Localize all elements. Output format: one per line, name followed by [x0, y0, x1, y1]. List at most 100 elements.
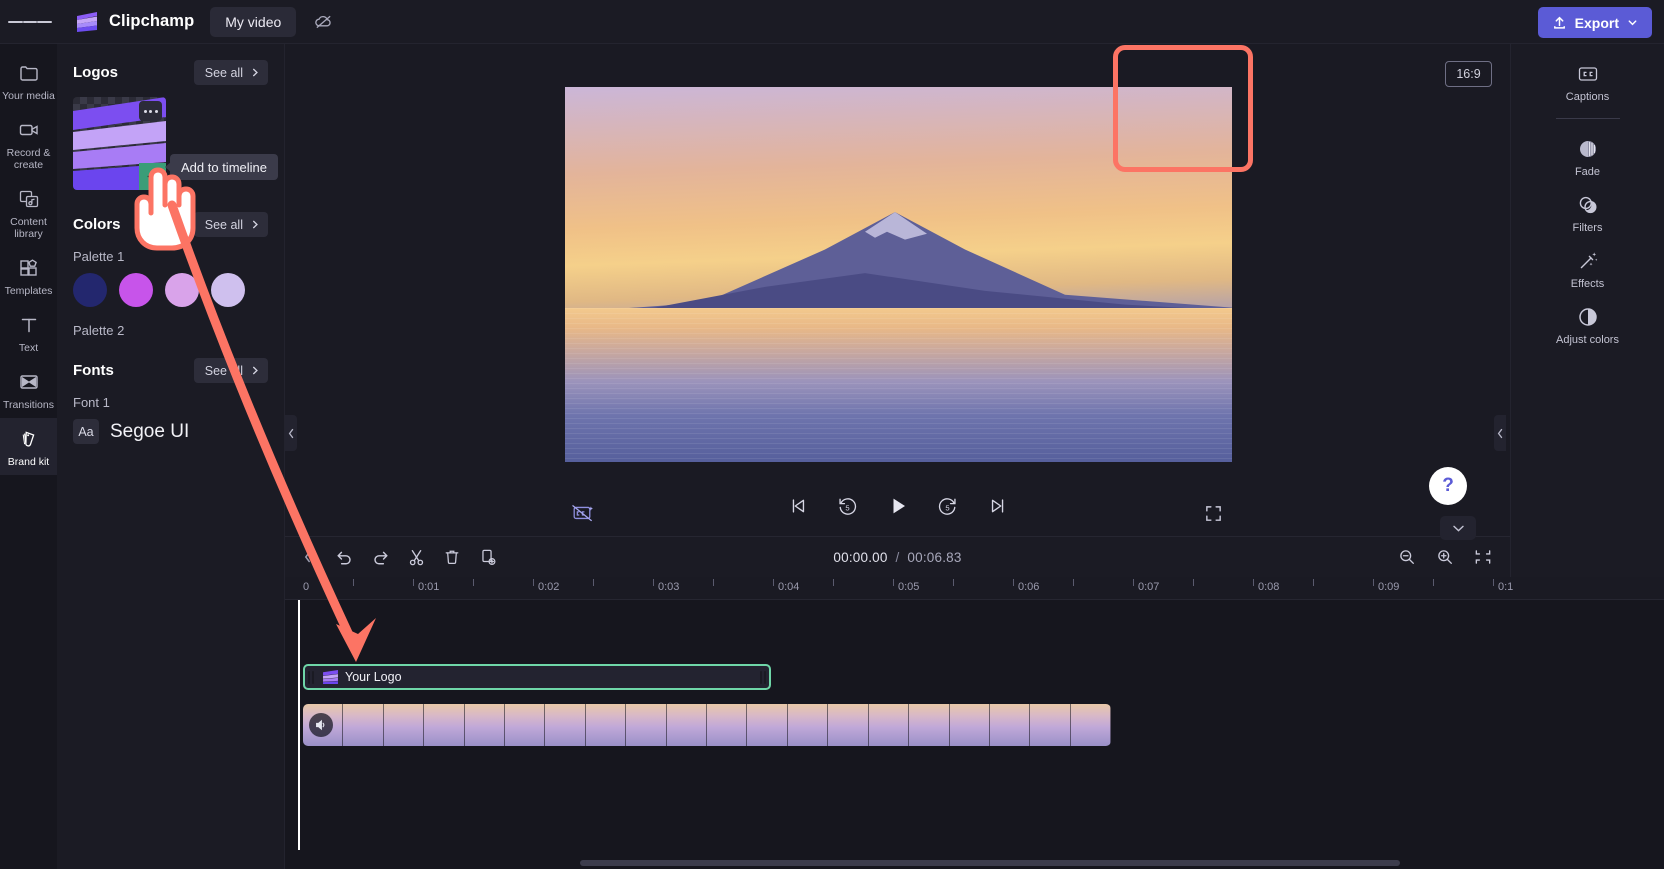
tool-effects[interactable]: Effects [1552, 241, 1624, 297]
sidebar-item-label: Record & create [6, 147, 51, 171]
fonts-section-header: Fonts See all [73, 358, 268, 383]
tool-label: Captions [1565, 91, 1610, 103]
video-frame [343, 704, 384, 746]
duplicate-icon[interactable] [473, 542, 503, 572]
video-frame [666, 704, 708, 746]
tool-label: Fade [1574, 166, 1601, 178]
video-frame [383, 704, 425, 746]
clip-trim-left[interactable] [307, 669, 315, 685]
collapse-right-panel-button[interactable] [1494, 415, 1506, 451]
sidebar-item-record-create[interactable]: Record & create [0, 109, 57, 178]
scissors-icon[interactable] [401, 542, 431, 572]
hamburger-icon[interactable] [8, 0, 53, 44]
svg-text:5: 5 [845, 503, 849, 512]
sidebar-item-templates[interactable]: Templates [0, 247, 57, 304]
tool-fade[interactable]: Fade [1552, 129, 1624, 185]
chevron-down-icon[interactable] [1440, 516, 1476, 540]
video-frame [868, 704, 910, 746]
sidebar-item-your-media[interactable]: Your media [0, 52, 57, 109]
forward-5-icon[interactable]: 5 [934, 492, 962, 520]
tool-filters[interactable]: Filters [1552, 185, 1624, 241]
ruler-label: 0:08 [1258, 581, 1280, 593]
ruler-label: 0:01 [418, 581, 440, 593]
logos-section-header: Logos See all [73, 60, 268, 85]
video-frame [1070, 704, 1111, 746]
video-frame [909, 704, 950, 746]
ruler-label: 0:02 [538, 581, 560, 593]
timeline-collapse-icon[interactable] [293, 542, 323, 572]
ruler-label: 0:09 [1378, 581, 1400, 593]
audio-icon[interactable] [309, 713, 333, 737]
font-row[interactable]: Aa Segoe UI [73, 419, 268, 444]
tool-adjust-colors[interactable]: Adjust colors [1552, 297, 1624, 353]
logo-clip[interactable]: Your Logo [303, 664, 771, 690]
color-swatch[interactable] [119, 273, 153, 307]
play-icon[interactable] [884, 492, 912, 520]
cloud-off-icon[interactable] [306, 7, 340, 37]
video-frame [505, 704, 546, 746]
preview-mountain [565, 211, 1232, 312]
top-bar: Clipchamp My video Export [0, 0, 1664, 44]
colors-title: Colors [73, 216, 121, 233]
timeline-horizontal-scrollbar[interactable] [580, 860, 1400, 866]
video-frame [828, 704, 869, 746]
zoom-out-icon[interactable] [1392, 542, 1422, 572]
skip-start-icon[interactable] [784, 492, 812, 520]
ruler-label: 0:05 [898, 581, 920, 593]
color-swatch[interactable] [73, 273, 107, 307]
sidebar-item-label: Brand kit [7, 456, 50, 468]
rewind-5-icon[interactable]: 5 [834, 492, 862, 520]
ruler-label: 0:03 [658, 581, 680, 593]
redo-icon[interactable] [365, 542, 395, 572]
sidebar-item-content-library[interactable]: Content library [0, 178, 57, 247]
help-button[interactable]: ? [1429, 467, 1467, 505]
video-preview[interactable] [565, 87, 1232, 462]
clip-title: Your Logo [345, 670, 402, 684]
fit-timeline-icon[interactable] [1468, 542, 1498, 572]
brand: Clipchamp [74, 11, 194, 33]
aspect-ratio-button[interactable]: 16:9 [1445, 61, 1492, 87]
video-clip[interactable] [303, 704, 1111, 746]
preview-ripples [565, 308, 1232, 462]
project-title-chip[interactable]: My video [210, 6, 297, 37]
video-frame [545, 704, 586, 746]
undo-icon[interactable] [329, 542, 359, 572]
logos-title: Logos [73, 64, 118, 81]
color-swatch[interactable] [165, 273, 199, 307]
logos-see-all-button[interactable]: See all [193, 60, 268, 85]
trash-icon[interactable] [437, 542, 467, 572]
skip-end-icon[interactable] [984, 492, 1012, 520]
hand-cursor-icon [134, 167, 196, 251]
video-frame [787, 704, 829, 746]
time-separator: / [895, 549, 900, 565]
playback-buttons: 5 5 [784, 492, 1012, 520]
export-label: Export [1574, 14, 1619, 31]
timecode-display: 00:00.00 / 00:06.83 [833, 550, 961, 565]
timeline-toolbar: 00:00.00 / 00:06.83 [285, 536, 1510, 577]
sidebar-item-brand-kit[interactable]: Brand kit [0, 418, 57, 475]
timeline-ruler[interactable]: 0:01 0 0:02 0:03 0:04 0:05 0:06 0:07 0:0… [285, 577, 1664, 600]
playhead[interactable] [298, 600, 300, 850]
aa-chip: Aa [73, 419, 99, 444]
timeline-tracks[interactable]: Your Logo [285, 600, 1664, 869]
captions-off-icon[interactable] [568, 498, 598, 528]
clip-trim-right[interactable] [759, 669, 767, 685]
export-button[interactable]: Export [1537, 7, 1652, 38]
collapse-left-panel-button[interactable] [285, 415, 297, 451]
rail-divider [1555, 118, 1620, 119]
sidebar-item-transitions[interactable]: Transitions [0, 361, 57, 418]
sidebar-item-label: Transitions [3, 399, 54, 411]
sidebar-item-label: Content library [10, 216, 47, 240]
tool-captions[interactable]: Captions [1552, 54, 1624, 110]
clipchamp-logo-icon [74, 11, 100, 33]
fullscreen-icon[interactable] [1198, 498, 1228, 528]
color-swatch[interactable] [211, 273, 245, 307]
video-frame [747, 704, 788, 746]
logo-more-options-icon[interactable] [139, 101, 162, 121]
zoom-in-icon[interactable] [1430, 542, 1460, 572]
sidebar-item-text[interactable]: Text [0, 304, 57, 361]
sidebar-item-label: Templates [4, 285, 53, 297]
video-frame [626, 704, 667, 746]
video-frame [464, 704, 506, 746]
fonts-see-all-button[interactable]: See all [193, 358, 268, 383]
